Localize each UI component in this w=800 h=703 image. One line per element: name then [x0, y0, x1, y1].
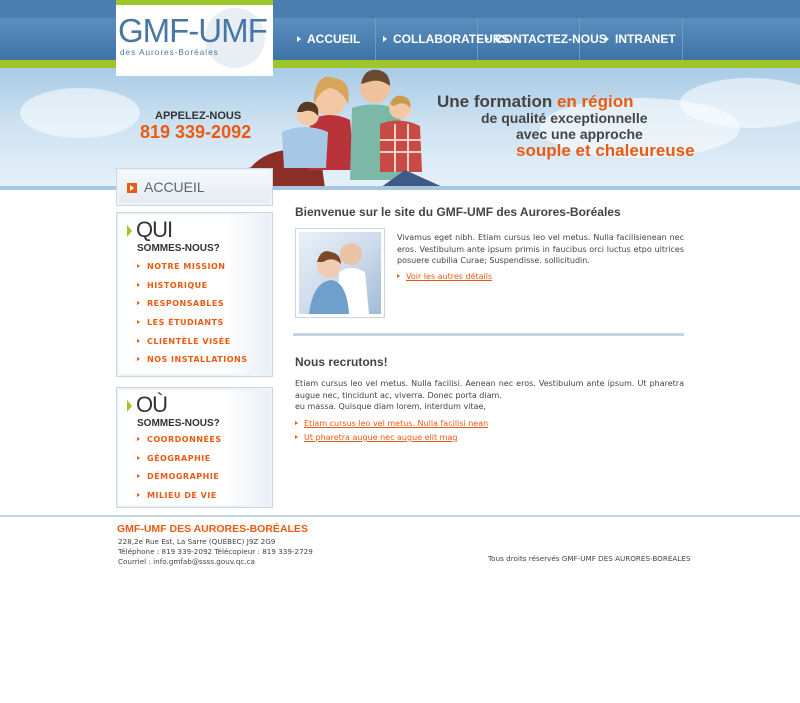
phone-number: 819 339-2092 — [140, 122, 252, 142]
cloud-shape — [20, 88, 140, 138]
sidebar-item-historique[interactable]: HISTORIQUE — [137, 281, 247, 300]
bullet-arrow-icon — [137, 455, 140, 460]
site-logo[interactable]: GMF-UMF des Aurores-Boréales — [116, 0, 273, 76]
nav-label: ACCUEIL — [307, 32, 361, 46]
menu-item-label: DÉMOGRAPHIE — [147, 472, 220, 482]
nav-contactez-nous[interactable]: CONTACTEZ-NOUS — [479, 18, 607, 60]
welcome-paragraph: Vivamus eget nibh. Etiam cursus leo vel … — [397, 233, 684, 265]
link-label: Etiam cursus leo vel metus. Nulla facili… — [304, 419, 489, 428]
menu-item-label: COORDONNÉES — [147, 435, 222, 444]
ou-title: OÙ — [136, 392, 168, 417]
ou-subtitle: SOMMES-NOUS? — [137, 418, 220, 429]
nav-arrow-icon — [485, 36, 489, 43]
welcome-heading: Bienvenue sur le site du GMF-UMF des Aur… — [295, 205, 621, 219]
slogan-line-3: avec une approche — [516, 126, 643, 142]
recruiting-link-1[interactable]: Etiam cursus leo vel metus. Nulla facili… — [295, 419, 488, 428]
link-label: Ut pharetra augue nec augue elit mag — [304, 433, 458, 442]
bullet-arrow-icon — [137, 264, 140, 268]
nav-accueil[interactable]: ACCUEIL — [274, 18, 376, 60]
recruiting-text-1: Etiam cursus leo vel metus. Nulla facili… — [295, 379, 684, 400]
nav-label: INTRANET — [615, 32, 676, 46]
recruiting-link-2[interactable]: Ut pharetra augue nec augue elit mag — [295, 433, 457, 442]
sidebar-item-milieu-de-vie[interactable]: MILIEU DE VIE — [137, 491, 222, 510]
link-label: Voir les autres détails — [406, 272, 493, 281]
sidebar-item-demographie[interactable]: DÉMOGRAPHIE — [137, 472, 222, 491]
menu-item-label: RESPONSABLES — [147, 299, 225, 309]
menu-item-label: HISTORIQUE — [147, 280, 208, 290]
menu-item-label: LES ÉTUDIANTS — [147, 318, 224, 328]
logo-text: GMF-UMF — [118, 12, 268, 49]
logo-subtitle: des Aurores-Boréales — [120, 48, 219, 57]
recruiting-paragraph: Etiam cursus leo vel metus. Nulla facili… — [295, 378, 684, 413]
sidebar-item-les-etudiants[interactable]: LES ÉTUDIANTS — [137, 318, 247, 337]
call-us-label: APPELEZ-NOUS — [155, 110, 242, 122]
sidebar-home-button[interactable]: ACCUEIL — [116, 168, 273, 206]
menu-item-label: NOS INSTALLATIONS — [147, 355, 248, 365]
bullet-arrow-icon — [137, 301, 140, 306]
nav-arrow-icon — [383, 36, 387, 43]
footer-email: Courriel : info.gmfab@ssss.gouv.qc.ca — [118, 557, 255, 566]
nav-collaborateurs[interactable]: COLLABORATEURS — [377, 18, 509, 60]
sidebar-item-coordonnees[interactable]: COORDONNÉES — [137, 435, 222, 454]
page: ACCUEIL COLLABORATEURS CONTACTEZ-NOUS IN… — [0, 0, 800, 703]
doctors-photo — [295, 228, 385, 318]
bullet-arrow-icon — [137, 282, 140, 287]
qui-menu: NOTRE MISSION HISTORIQUE RESPONSABLES LE… — [137, 262, 247, 374]
qui-title: QUI — [136, 217, 173, 242]
footer-address: 228,2e Rue Est, La Sarre (QUÉBEC) J9Z 2G… — [118, 537, 276, 546]
slogan-highlight: en région — [556, 92, 634, 111]
sidebar-item-clientele-visee[interactable]: CLIENTÈLE VISÉE — [137, 337, 247, 356]
sidebar-home-label: ACCUEIL — [144, 179, 205, 195]
footer-divider — [0, 515, 800, 517]
menu-item-label: NOTRE MISSION — [147, 262, 226, 271]
bullet-arrow-icon — [137, 437, 140, 441]
nav-arrow-icon — [297, 36, 301, 43]
slogan-line-1: Une formation en région — [437, 92, 633, 112]
footer-title: GMF-UMF DES AURORES-BORÉALES — [117, 523, 308, 535]
photo-image — [299, 232, 381, 314]
more-details-link[interactable]: Voir les autres détails — [397, 272, 492, 281]
recruiting-text-2: eu massa. Quisque diam lorem, interdum v… — [295, 402, 486, 411]
green-arrow-icon — [127, 400, 132, 412]
green-arrow-icon — [127, 225, 132, 237]
menu-item-label: MILIEU DE VIE — [147, 491, 217, 501]
menu-item-label: GÉOGRAPHIE — [147, 453, 211, 463]
recruiting-heading: Nous recrutons! — [295, 355, 388, 369]
link-arrow-icon — [295, 421, 298, 425]
slogan-line-4: souple et chaleureuse — [516, 141, 695, 160]
arrow-square-icon — [127, 183, 137, 193]
bullet-arrow-icon — [137, 493, 140, 498]
nav-intranet[interactable]: INTRANET — [581, 18, 683, 60]
doctors-illustration — [309, 243, 369, 314]
link-arrow-icon — [397, 274, 400, 278]
bullet-arrow-icon — [137, 320, 140, 325]
bullet-arrow-icon — [137, 474, 140, 479]
sidebar-item-nos-installations[interactable]: NOS INSTALLATIONS — [137, 355, 247, 374]
slogan-text: Une formation — [437, 92, 557, 111]
slogan-line-2: de qualité exceptionnelle — [481, 110, 648, 126]
link-arrow-icon — [295, 435, 298, 439]
sidebar-ou-box: OÙ SOMMES-NOUS? COORDONNÉES GÉOGRAPHIE D… — [116, 387, 273, 508]
content-divider — [293, 333, 684, 336]
logo-green-bar — [116, 0, 273, 5]
sidebar-item-responsables[interactable]: RESPONSABLES — [137, 299, 247, 318]
footer-phones: Téléphone : 819 339-2092 Télécopieur : 8… — [118, 547, 313, 556]
sidebar-item-notre-mission[interactable]: NOTRE MISSION — [137, 262, 247, 281]
menu-item-label: CLIENTÈLE VISÉE — [147, 336, 231, 346]
bullet-arrow-icon — [137, 357, 140, 362]
nav-arrow-icon — [605, 36, 609, 43]
bullet-arrow-icon — [137, 338, 140, 343]
qui-subtitle: SOMMES-NOUS? — [137, 243, 220, 254]
copyright-text: Tous droits réservés GMF-UMF DES AURORES… — [488, 554, 691, 563]
sidebar-item-geographie[interactable]: GÉOGRAPHIE — [137, 454, 222, 473]
sidebar-qui-box: QUI SOMMES-NOUS? NOTRE MISSION HISTORIQU… — [116, 212, 273, 377]
ou-menu: COORDONNÉES GÉOGRAPHIE DÉMOGRAPHIE MILIE… — [137, 435, 222, 510]
